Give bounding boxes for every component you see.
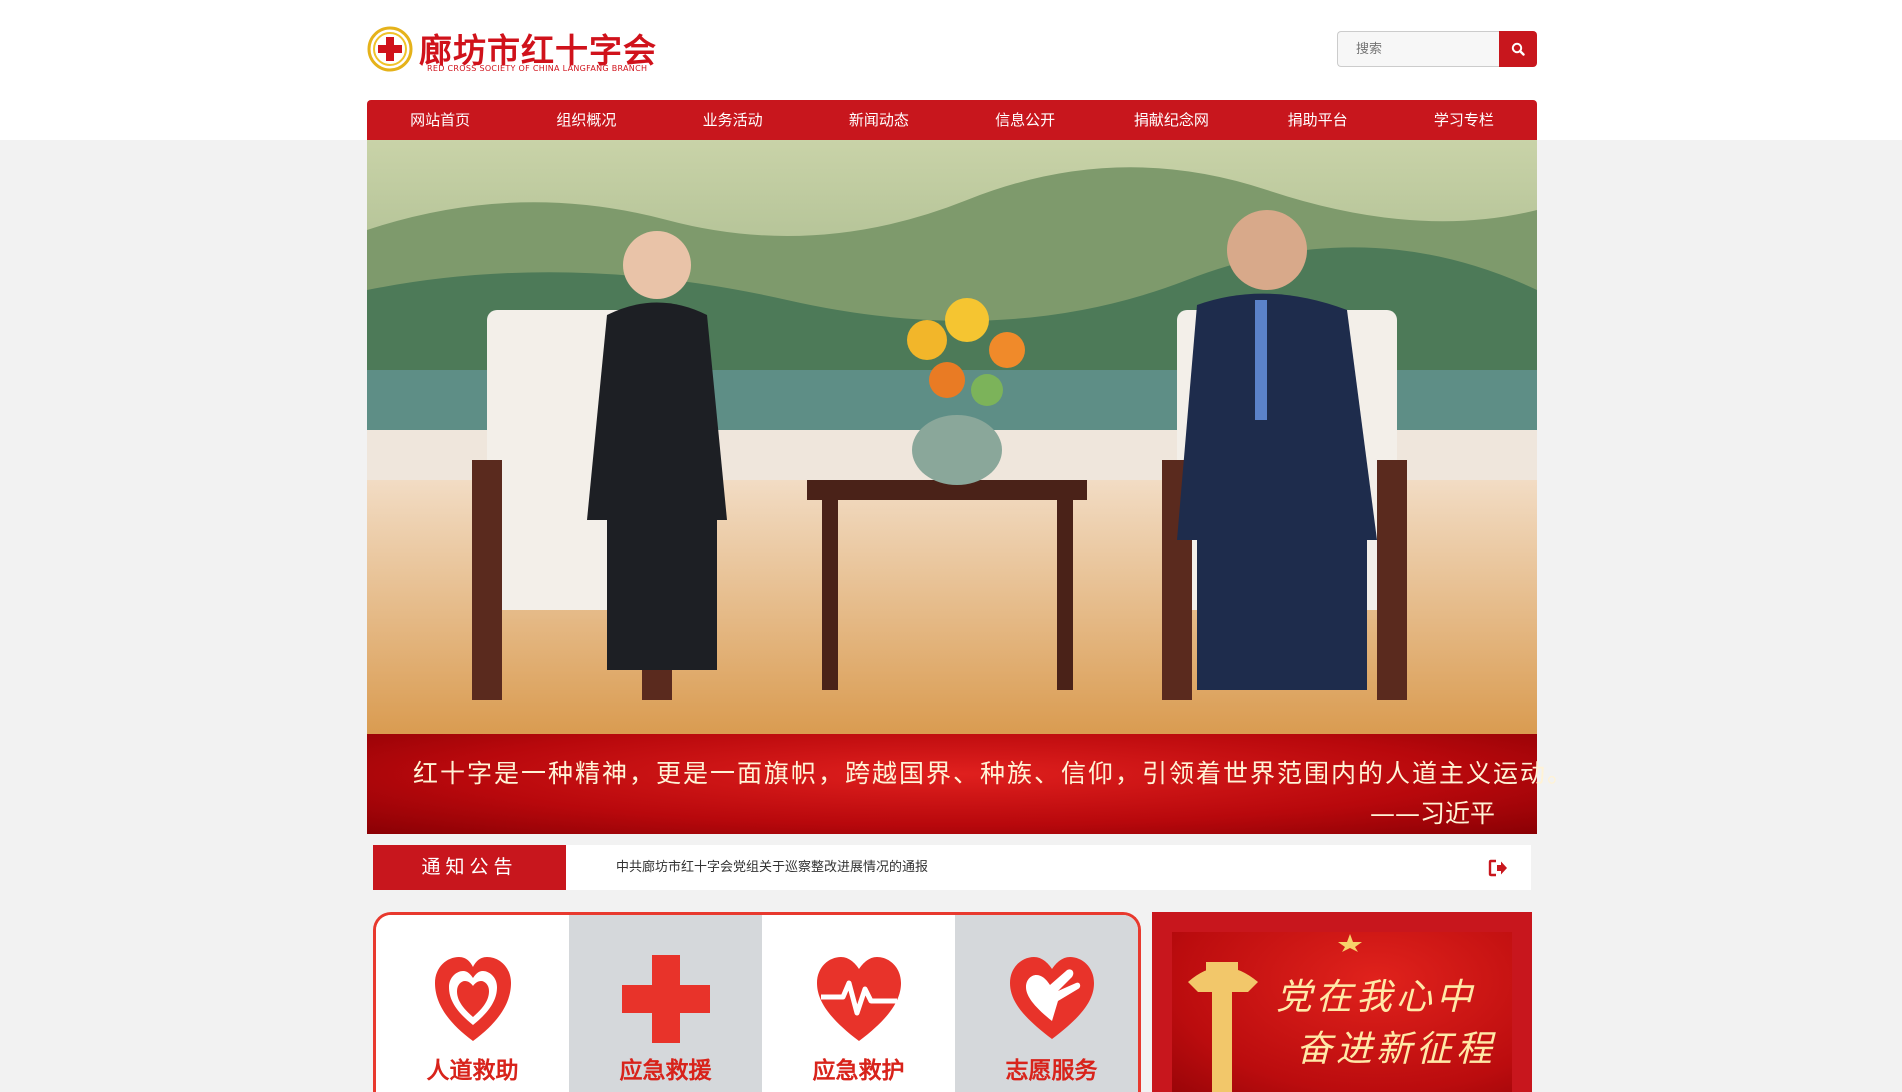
search-box: [1337, 31, 1537, 69]
nav-item-home[interactable]: 网站首页: [367, 100, 513, 140]
site-logo[interactable]: 廊坊市红十字会 RED CROSS SOCIETY OF CHINA LANGF…: [367, 22, 656, 82]
nav-item-study[interactable]: 学习专栏: [1391, 100, 1537, 140]
nav-item-disclosure[interactable]: 信息公开: [952, 100, 1098, 140]
red-cross-icon: [621, 955, 710, 1043]
nav-item-memorial[interactable]: 捐献纪念网: [1098, 100, 1244, 140]
red-cross-emblem-icon: [367, 26, 413, 72]
heartbeat-icon: [816, 957, 901, 1041]
service-emergency-rescue[interactable]: 应急救援: [569, 915, 762, 1092]
party-banner[interactable]: 党在我心中 奋进新征程: [1152, 912, 1532, 1092]
banner-quote: 红十字是一种精神，更是一面旗帜，跨越国界、种族、信仰，引领着世界范围内的人道主义…: [413, 759, 1575, 788]
banner-photo: [367, 140, 1537, 740]
service-panel: 人道救助 应急救援 应急救护 志愿服务: [373, 912, 1141, 1092]
search-button[interactable]: [1499, 31, 1537, 67]
notice-link[interactable]: 中共廊坊市红十字会党组关于巡察整改进展情况的通报: [616, 845, 928, 890]
banner-quote-author: ——习近平: [1369, 799, 1495, 828]
hero-banner[interactable]: [367, 140, 1537, 834]
service-first-aid[interactable]: 应急救护: [762, 915, 955, 1092]
nav-item-organization[interactable]: 组织概况: [513, 100, 659, 140]
service-humanitarian-aid[interactable]: 人道救助: [376, 915, 569, 1092]
notice-bar: 通知公告 中共廊坊市红十字会党组关于巡察整改进展情况的通报: [373, 845, 1531, 890]
nav-item-news[interactable]: 新闻动态: [806, 100, 952, 140]
heart-hands-icon: [434, 957, 511, 1041]
search-input[interactable]: [1337, 31, 1499, 67]
star-emblem-icon: [1338, 934, 1362, 952]
nav-item-activities[interactable]: 业务活动: [660, 100, 806, 140]
notice-label: 通知公告: [373, 845, 566, 890]
huabiao-pillar-icon: [1188, 962, 1258, 1092]
site-subtitle: RED CROSS SOCIETY OF CHINA LANGFANG BRAN…: [427, 64, 648, 73]
nav-item-donation[interactable]: 捐助平台: [1245, 100, 1391, 140]
sign-out-icon[interactable]: [1487, 857, 1509, 879]
main-nav: 网站首页 组织概况 业务活动 新闻动态 信息公开 捐献纪念网 捐助平台 学习专栏: [367, 100, 1537, 140]
heart-hand-icon: [1009, 957, 1094, 1039]
party-banner-image: 党在我心中 奋进新征程: [1172, 932, 1512, 1092]
party-banner-line2: 奋进新征程: [1296, 1029, 1497, 1070]
party-banner-line1: 党在我心中: [1276, 977, 1477, 1018]
search-icon: [1511, 42, 1525, 56]
service-volunteer[interactable]: 志愿服务: [955, 915, 1138, 1092]
